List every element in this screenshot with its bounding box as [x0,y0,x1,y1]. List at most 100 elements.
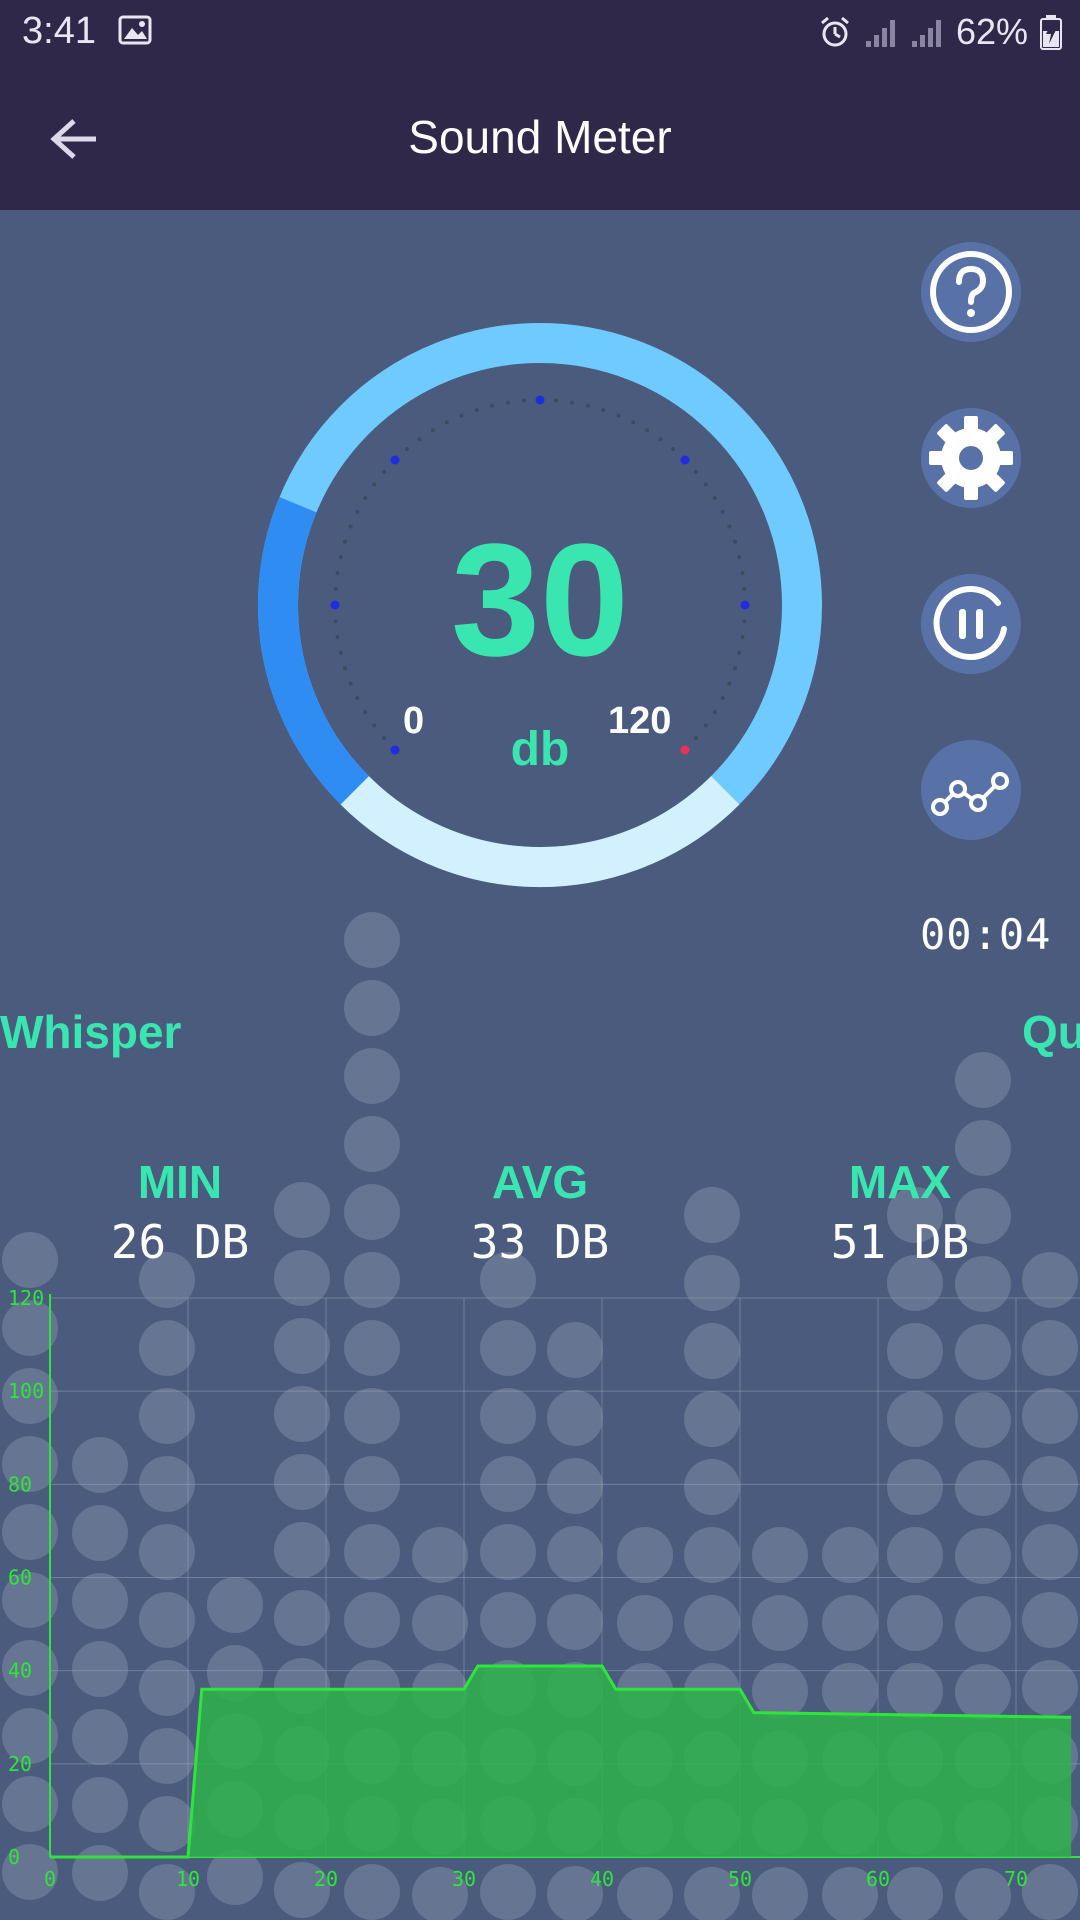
gauge-major-tick [330,600,340,610]
help-button[interactable] [921,242,1021,342]
gauge-minor-tick [333,586,338,591]
x-tick-label: 20 [314,1867,338,1891]
gauge-minor-tick [338,650,343,655]
gauge-minor-tick [459,413,464,418]
x-tick-label: 50 [728,1867,752,1891]
gauge-minor-tick [372,482,377,487]
gauge-minor-tick [372,723,377,728]
gauge-minor-tick [671,447,676,452]
background-dot [344,980,400,1036]
gauge-minor-tick [733,666,737,671]
x-tick-label: 0 [44,1867,56,1891]
gauge-minor-tick [737,555,742,560]
x-tick-label: 30 [452,1867,476,1891]
gauge-minor-tick [343,666,347,671]
background-dot [344,1048,400,1104]
y-tick-label: 0 [8,1845,20,1869]
gauge-major-tick [680,455,690,465]
gauge-minor-tick [631,420,636,425]
gauge-minor-tick [343,539,347,544]
gauge-minor-tick [521,398,526,403]
y-tick-label: 60 [8,1566,32,1590]
gauge-minor-tick [601,408,606,412]
gauge-minor-tick [720,509,725,514]
gauge-minor-tick [740,635,745,640]
gauge-major-tick [390,745,400,755]
background-dot [344,1116,400,1172]
gauge-minor-tick [382,469,387,474]
gauge-max-label: 120 [608,700,672,742]
avg-stat: AVG 33 DB [420,1155,660,1269]
gauge-minor-tick [335,635,340,640]
y-tick-label: 20 [8,1752,32,1776]
gauge-minor-tick [348,681,353,686]
gauge-minor-tick [737,650,742,655]
gauge-minor-tick [355,509,360,514]
recording-timer: 00:04 [920,910,1052,959]
settings-button[interactable] [921,408,1021,508]
gauge-minor-tick [570,400,575,405]
max-value: 51 DB [830,1215,970,1269]
gauge-bottom-arc [340,776,740,887]
gauge-major-tick [390,455,400,465]
gauge-minor-tick [740,570,745,575]
gauge-minor-tick [474,408,479,412]
max-label: MAX [848,1156,952,1208]
x-tick-label: 70 [1004,1867,1028,1891]
gauge-major-tick [740,600,750,610]
gauge-minor-tick [382,736,387,741]
sound-history-chart: 0 10 20 30 40 50 60 70 0 20 40 60 80 100 120 [8,1290,1080,1891]
pause-icon [933,586,1007,661]
gauge-level-arc [257,497,369,805]
y-tick-label: 100 [8,1379,44,1403]
gauge-minor-tick [693,736,698,741]
gauge-minor-tick [742,619,747,624]
gauge-minor-tick [333,619,338,624]
avg-label: AVG [491,1156,589,1208]
background-dot [955,1052,1011,1108]
graph-button[interactable] [921,740,1021,840]
y-tick-label: 40 [8,1659,32,1683]
gauge-minor-tick [335,570,340,575]
gauge-value: 30 [451,510,629,689]
gauge-minor-tick [490,403,495,408]
gauge-minor-tick [505,400,510,405]
pause-button[interactable] [921,574,1021,674]
gauge-minor-tick [444,420,449,425]
gauge-minor-tick [355,696,360,701]
min-value: 26 DB [110,1215,250,1269]
gauge-minor-tick [658,437,663,442]
gauge-minor-tick [585,403,590,408]
gauge-minor-tick [338,555,343,560]
gauge-minor-tick [720,696,725,701]
gauge-minor-tick [417,437,422,442]
gauge-minor-tick [363,495,368,500]
gauge-minor-tick [645,428,650,433]
background-dot [684,1187,740,1243]
gauge-minor-tick [363,710,368,715]
gauge-minor-tick [742,586,747,591]
min-stat: MIN 26 DB [60,1155,300,1269]
x-tick-label: 60 [866,1867,890,1891]
x-tick-label: 40 [590,1867,614,1891]
background-dot [344,912,400,968]
y-tick-label: 120 [8,1290,44,1310]
gauge-minor-tick [430,428,435,433]
gear-icon [929,416,1013,500]
noise-level-label-right: Qu [1022,1006,1080,1058]
y-tick-label: 80 [8,1472,32,1496]
gauge-minor-tick [693,469,698,474]
gauge-minor-tick [703,482,708,487]
background-dot [344,1184,400,1240]
chart-area [50,1666,1072,1857]
avg-value: 33 DB [470,1215,610,1269]
min-label: MIN [137,1156,223,1208]
gauge-unit: db [510,723,570,776]
x-tick-label: 10 [176,1867,200,1891]
gauge-min-label: 0 [403,700,425,742]
line-graph-icon [931,772,1009,816]
gauge-minor-tick [616,413,621,418]
max-stat: MAX 51 DB [780,1155,1020,1269]
gauge-minor-tick [733,539,737,544]
noise-level-label-left: Whisper [0,1006,182,1058]
